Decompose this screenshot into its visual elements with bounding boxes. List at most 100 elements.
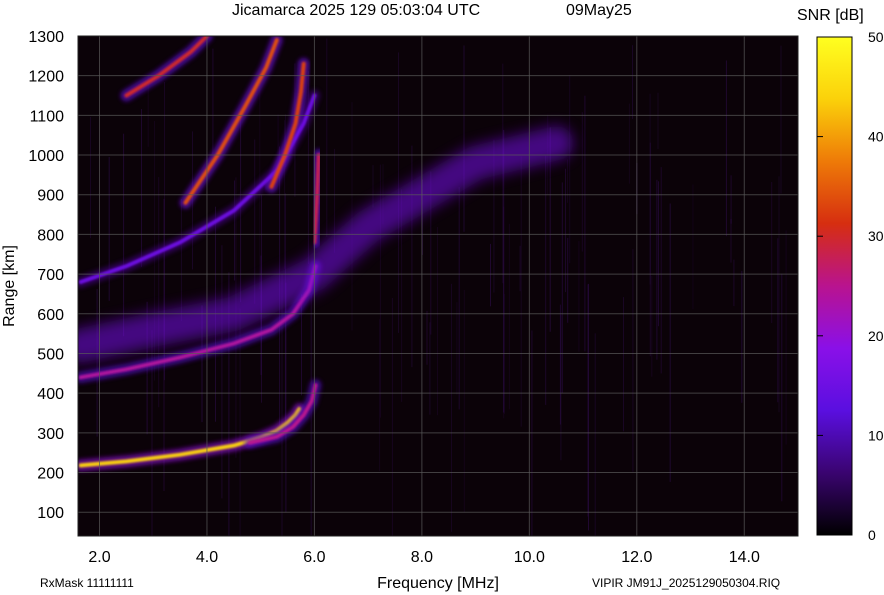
noise-streak [326,38,328,237]
noise-streak [158,177,160,408]
noise-streak [490,243,491,307]
noise-streak [785,230,787,445]
noise-streak [545,155,547,405]
x-tick-label: 6.0 [303,549,325,566]
rx-mask-label: RxMask 11111111 [40,576,134,590]
noise-streak [733,259,735,307]
noise-streak [623,297,624,432]
x-tick-label: 8.0 [411,549,433,566]
noise-streak [351,102,353,331]
noise-streak [656,179,658,360]
noise-streak [463,290,465,513]
y-tick-label: 1200 [28,69,64,86]
noise-streak [463,45,465,232]
noise-streak [632,45,633,119]
date-label: 09May25 [566,2,632,19]
y-tick-label: 600 [37,307,64,324]
noise-streak [458,187,460,410]
noise-streak [391,298,393,536]
x-axis-ticks: 2.0 4.0 6.0 8.0 10.0 12.0 14.0 [88,549,760,566]
noise-streak [212,48,214,155]
noise-streak [780,45,782,194]
noise-streak [426,310,428,365]
x-tick-label: 2.0 [88,549,110,566]
noise-streak [437,227,438,416]
chart-title: Jicamarca 2025 129 05:03:04 UTC [232,2,480,19]
y-tick-label: 400 [37,386,64,403]
noise-streak [778,176,780,413]
noise-streak [108,157,110,301]
y-tick-label: 200 [37,466,64,483]
x-tick-label: 10.0 [514,549,545,566]
y-tick-label: 1000 [28,148,64,165]
noise-streak [692,184,694,310]
noise-streak [741,270,743,403]
y-tick-label: 1300 [28,29,64,46]
x-tick-label: 4.0 [196,549,218,566]
noise-streak [651,275,653,377]
noise-streak [567,159,568,203]
noise-streak [569,75,571,264]
noise-streak [632,249,634,472]
noise-streak [660,167,662,374]
noise-streak [508,223,510,410]
noise-streak [771,182,773,323]
noise-streak [669,203,671,482]
noise-streak [456,302,458,395]
noise-streak [584,95,586,352]
noise-streak [725,60,727,237]
noise-streak [657,92,659,149]
y-tick-label: 100 [37,505,64,522]
noise-streak [379,319,381,472]
colorbar-tick-label: 50 [868,29,884,45]
noise-streak [581,112,583,252]
noise-streak [451,283,452,532]
x-tick-label: 14.0 [729,549,760,566]
noise-streak [649,142,651,357]
noise-streak [372,165,374,208]
noise-streak [578,241,580,352]
colorbar-tick-label: 20 [868,328,884,344]
noise-streak [411,145,413,368]
colorbar-tick-label: 30 [868,228,884,244]
y-tick-label: 500 [37,347,64,364]
y-tick-label: 900 [37,188,64,205]
colorbar-scale [816,36,853,536]
noise-streak [254,139,256,304]
noise-streak [429,322,431,415]
noise-streak [658,181,659,327]
noise-streak [730,175,732,224]
colorbar: SNR [dB] 0 10 20 30 40 50 [797,7,884,543]
y-tick-label: 1100 [30,108,65,125]
noise-streak [234,180,235,281]
y-tick-label: 300 [37,426,64,443]
noise-streak [777,238,779,403]
y-axis-ticks: 100 200 300 400 500 600 700 800 900 1000 1100 1200 1… [28,29,64,522]
noise-streak [503,206,505,419]
noise-streak [561,182,563,393]
noise-streak [96,289,98,437]
noise-streak [221,245,223,499]
noise-streak [594,333,596,536]
noise-streak [90,116,91,239]
file-name-label: VIPIR JM91J_2025129050304.RIQ [592,576,780,590]
noise-streak [123,133,125,337]
ionogram-figure: Jicamarca 2025 129 05:03:04 UTC 09May25 … [1,2,884,592]
noise-streak [560,314,562,461]
y-tick-label: 800 [37,227,64,244]
noise-streak [531,330,533,536]
noise-streak [565,168,566,293]
noise-streak [520,156,522,427]
noise-streak [567,237,569,323]
x-axis-label: Frequency [MHz] [377,575,499,592]
colorbar-tick-label: 10 [868,427,884,443]
noise-streak [781,273,783,502]
plot-area [78,36,798,536]
colorbar-tick-label: 40 [868,129,884,145]
noise-streak [588,283,589,531]
y-axis-label: Range [km] [1,245,18,327]
x-tick-label: 12.0 [621,549,652,566]
noise-streak [730,218,732,263]
colorbar-tick-label: 0 [868,527,876,543]
noise-streak [180,199,182,322]
